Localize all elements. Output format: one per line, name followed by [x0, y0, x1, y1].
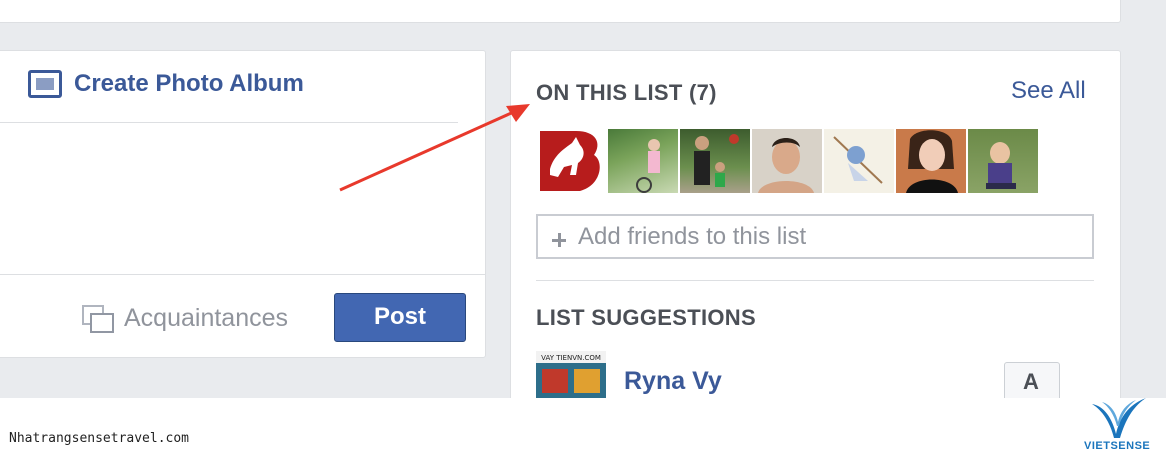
member-avatar[interactable] — [824, 129, 894, 193]
top-card — [0, 0, 1121, 23]
photo-album-icon — [28, 70, 62, 98]
sidebar-separator — [536, 280, 1094, 281]
member-avatar[interactable] — [608, 129, 678, 193]
create-photo-album-link[interactable]: Create Photo Album — [28, 70, 304, 98]
list-suggestions-title: LIST SUGGESTIONS — [536, 305, 756, 330]
site-url-watermark: Nhatrangsensetravel.com — [9, 431, 190, 446]
suggestion-name-link[interactable]: Ryna Vy — [624, 367, 722, 396]
suggestion-thumbnail[interactable]: VAY TIENVN.COM — [536, 351, 606, 399]
add-friends-placeholder: Add friends to this list — [578, 222, 807, 250]
on-this-list-title: ON THIS LIST (7) — [536, 80, 717, 105]
plus-icon — [552, 232, 566, 247]
member-avatar[interactable] — [968, 129, 1038, 193]
create-photo-album-label: Create Photo Album — [74, 70, 304, 97]
list-members — [536, 129, 1040, 193]
member-avatar[interactable] — [536, 129, 606, 193]
audience-selector[interactable]: Acquaintances — [82, 304, 288, 333]
watermark-footer: Nhatrangsensetravel.com VIETSENSE — [0, 398, 1166, 456]
member-avatar[interactable] — [752, 129, 822, 193]
acquaintances-icon — [82, 304, 116, 333]
vietsense-logo-icon — [1092, 398, 1146, 438]
composer-separator — [0, 122, 458, 123]
add-friends-input[interactable]: Add friends to this list — [536, 214, 1094, 259]
post-button[interactable]: Post — [334, 293, 466, 342]
suggestion-thumb-caption: VAY TIENVN.COM — [541, 354, 601, 362]
suggestion-add-button[interactable]: A — [1004, 362, 1060, 402]
audience-label: Acquaintances — [124, 304, 289, 332]
composer-footer-separator — [0, 274, 485, 275]
member-avatar[interactable] — [896, 129, 966, 193]
member-avatar[interactable] — [680, 129, 750, 193]
see-all-link[interactable]: See All — [1011, 77, 1086, 105]
brand-name: VIETSENSE — [1084, 440, 1151, 452]
